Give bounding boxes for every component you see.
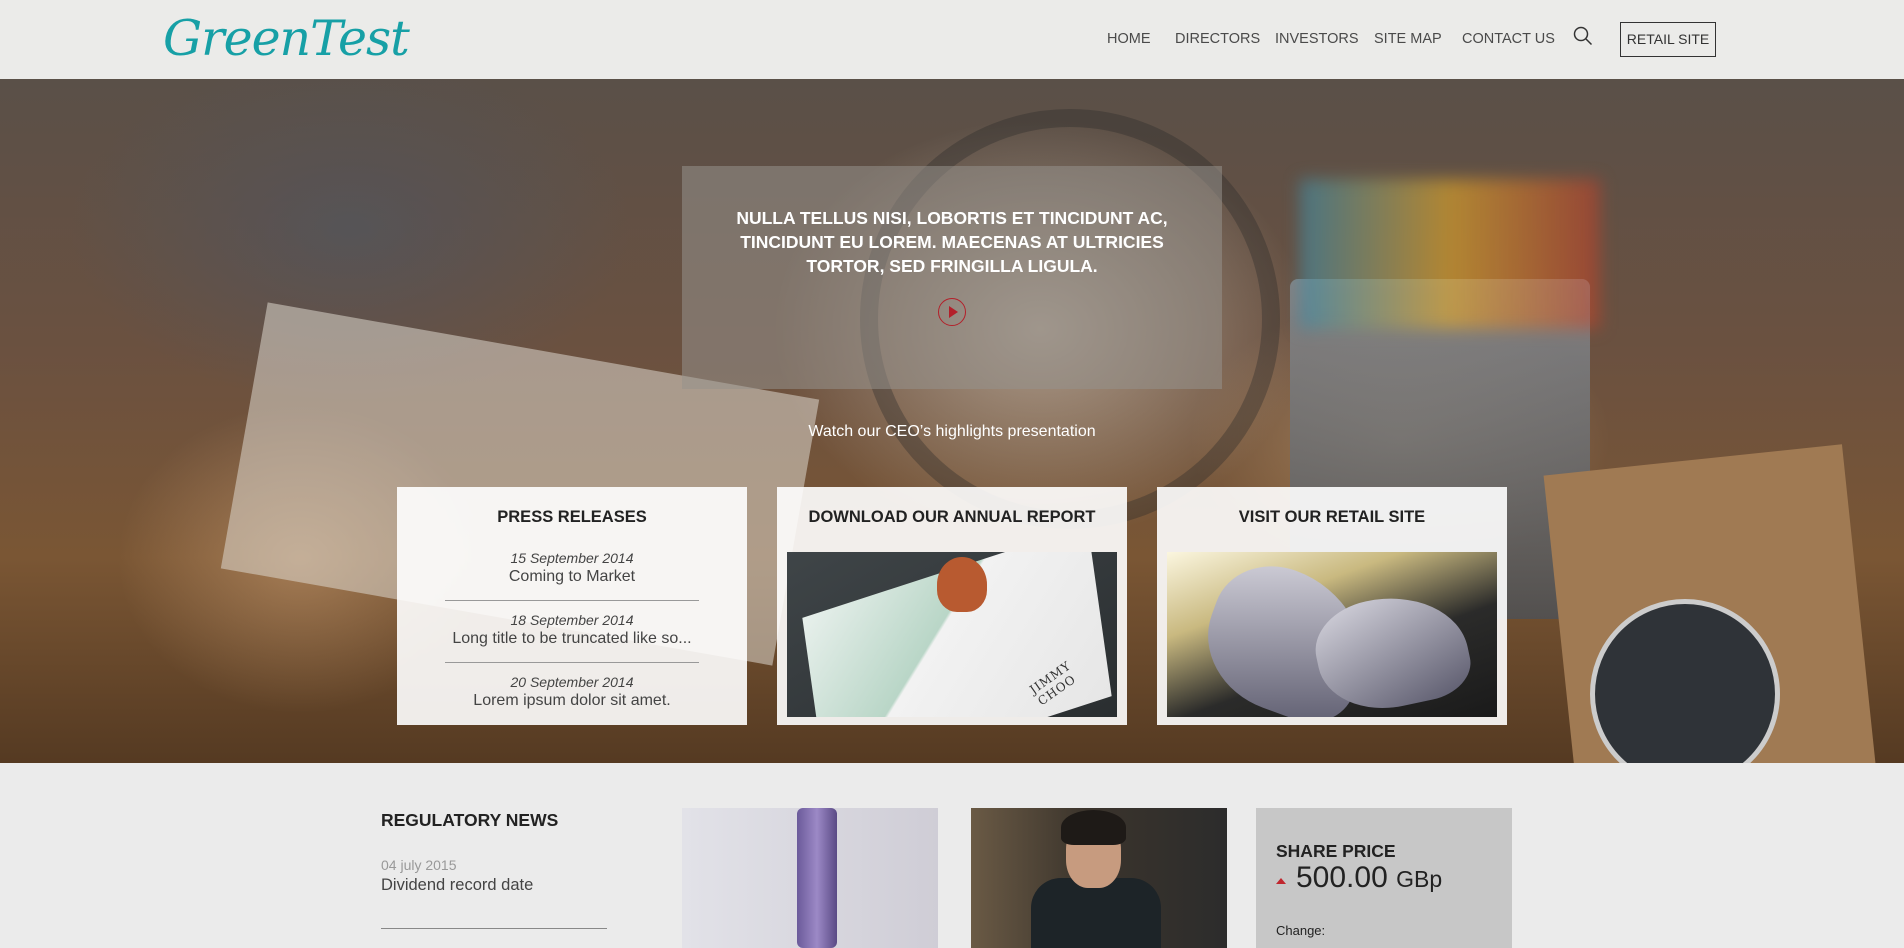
tile-shoe-heel (797, 808, 837, 948)
annual-report-image[interactable]: JIMMY CHOO (787, 552, 1117, 717)
nav-investors[interactable]: INVESTORS (1275, 31, 1359, 47)
press-title[interactable]: Lorem ipsum dolor sit amet. (445, 692, 699, 710)
nav-site-map[interactable]: SITE MAP (1374, 31, 1442, 47)
share-price-unit: GBp (1396, 866, 1443, 892)
report-model (937, 557, 987, 612)
press-divider (445, 600, 699, 601)
nav-home[interactable]: HOME (1107, 31, 1151, 47)
retail-site-button[interactable]: RETAIL SITE (1620, 22, 1716, 57)
play-icon[interactable] (938, 298, 966, 326)
press-releases-card: PRESS RELEASES 15 September 2014 Coming … (397, 487, 747, 725)
feature-tile-model[interactable] (971, 808, 1227, 948)
press-item[interactable]: 15 September 2014 Coming to Market (445, 550, 699, 586)
search-icon[interactable] (1572, 25, 1594, 47)
press-date: 15 September 2014 (510, 550, 634, 566)
share-change-label: Change: (1276, 923, 1326, 938)
press-title[interactable]: Coming to Market (445, 568, 699, 586)
hero-background-pencils (1300, 179, 1600, 329)
press-title[interactable]: Long title to be truncated like so... (445, 630, 699, 648)
regulatory-news-item[interactable]: Dividend record date (381, 876, 533, 895)
share-price-number: 500.00 (1296, 861, 1388, 894)
site-logo[interactable]: GreenTest (163, 10, 410, 67)
regulatory-news-title: REGULATORY NEWS (381, 810, 559, 830)
nav-directors[interactable]: DIRECTORS (1175, 31, 1260, 47)
ceo-presentation-link[interactable]: Watch our CEO’s highlights presentation (682, 423, 1222, 441)
regulatory-news-date: 04 july 2015 (381, 857, 457, 873)
share-price-value: 500.00 GBp (1296, 861, 1442, 895)
press-date: 20 September 2014 (510, 674, 634, 690)
regulatory-divider (381, 928, 607, 929)
retail-site-image[interactable] (1167, 552, 1497, 717)
annual-report-title[interactable]: DOWNLOAD OUR ANNUAL REPORT (777, 508, 1127, 527)
hero-headline: NULLA TELLUS NISI, LOBORTIS ET TINCIDUNT… (736, 208, 1168, 276)
press-item[interactable]: 18 September 2014 Long title to be trunc… (445, 612, 699, 648)
press-divider (445, 662, 699, 663)
share-up-arrow-icon (1276, 878, 1286, 884)
hero-message-box: NULLA TELLUS NISI, LOBORTIS ET TINCIDUNT… (682, 166, 1222, 440)
press-item[interactable]: 20 September 2014 Lorem ipsum dolor sit … (445, 674, 699, 710)
retail-site-title[interactable]: VISIT OUR RETAIL SITE (1157, 508, 1507, 527)
bottom-section: REGULATORY NEWS 04 july 2015 Dividend re… (0, 763, 1904, 948)
press-releases-title: PRESS RELEASES (497, 508, 647, 526)
tile-model-hair (1061, 810, 1126, 845)
site-header: GreenTest HOME DIRECTORS INVESTORS SITE … (0, 0, 1904, 79)
press-date: 18 September 2014 (510, 612, 634, 628)
share-price-title: SHARE PRICE (1276, 841, 1396, 861)
retail-site-card[interactable]: VISIT OUR RETAIL SITE (1157, 487, 1507, 725)
share-price-panel: SHARE PRICE 500.00 GBp Change: (1256, 808, 1512, 948)
nav-contact-us[interactable]: CONTACT US (1462, 31, 1555, 47)
feature-tile-shoe[interactable] (682, 808, 938, 948)
annual-report-card[interactable]: DOWNLOAD OUR ANNUAL REPORT JIMMY CHOO (777, 487, 1127, 725)
